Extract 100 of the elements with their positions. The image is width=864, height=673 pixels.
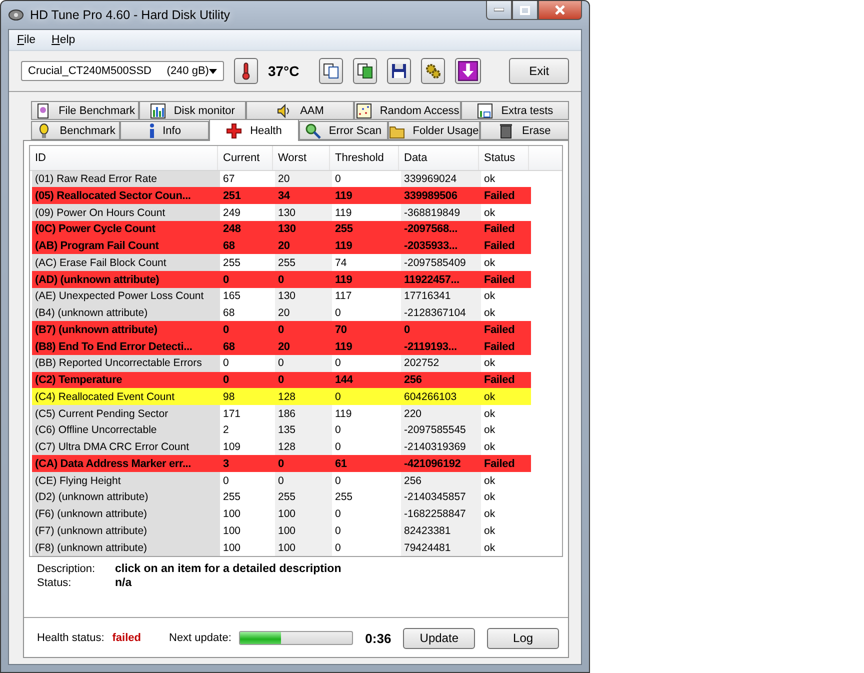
table-cell: 0 xyxy=(332,170,401,188)
table-cell: 70 xyxy=(332,321,401,338)
table-cell: 186 xyxy=(275,405,332,422)
tab[interactable]: Folder Usage xyxy=(388,121,480,140)
table-cell: 0 xyxy=(275,472,332,489)
table-cell: 135 xyxy=(275,422,332,439)
table-cell: -2097585409 xyxy=(401,254,481,272)
tab[interactable]: Health xyxy=(209,119,299,141)
footer-button[interactable]: Update xyxy=(403,628,476,648)
tab[interactable]: Info xyxy=(120,121,210,140)
copy-icon xyxy=(323,63,340,79)
countdown: 0:36 xyxy=(365,630,392,646)
table-cell: 34 xyxy=(275,187,332,204)
table-cell: (F8) (unknown attribute) xyxy=(32,539,220,556)
table-cell: 79424481 xyxy=(401,539,481,556)
table-cell: 128 xyxy=(275,438,332,456)
table-cell: -2035933... xyxy=(401,238,481,254)
table-cell: 68 xyxy=(220,238,275,254)
tab[interactable]: Benchmark xyxy=(31,121,120,140)
table-cell: 604266103 xyxy=(401,388,481,406)
table-cell: 61 xyxy=(332,455,401,472)
table-cell: (C2) Temperature xyxy=(32,372,220,388)
table-cell: (D2) (unknown attribute) xyxy=(32,488,220,506)
detail-value: click on an item for a detailed description xyxy=(115,563,342,575)
table-cell: 20 xyxy=(275,170,332,188)
table-cell: 100 xyxy=(275,506,332,522)
save-button[interactable] xyxy=(387,58,412,84)
drive-dropdown[interactable]: Crucial_CT240M500SSD (240 gB) xyxy=(21,61,224,81)
table-cell: 20 xyxy=(275,238,332,254)
table-cell: 220 xyxy=(401,405,481,422)
table-cell: ok xyxy=(481,170,531,188)
temperature-button[interactable] xyxy=(234,58,258,84)
table-cell: (B8) End To End Error Detecti... xyxy=(32,338,220,355)
tab[interactable]: Disk monitor xyxy=(138,101,246,120)
table-cell: 98 xyxy=(220,388,275,406)
tab[interactable]: File Benchmark xyxy=(31,101,139,120)
column-header[interactable]: ID xyxy=(30,146,218,170)
minimize-button[interactable] xyxy=(486,1,512,20)
table-cell: 0 xyxy=(275,372,332,388)
maximize-button[interactable] xyxy=(512,1,538,20)
table-cell: -368819849 xyxy=(401,204,481,221)
tab[interactable]: Random Access xyxy=(354,101,462,120)
exit-button[interactable]: Exit xyxy=(509,58,570,84)
table-cell: 0 xyxy=(275,354,332,372)
table-cell: -2128367104 xyxy=(401,304,481,322)
tab[interactable]: AAM xyxy=(246,101,354,120)
column-header[interactable]: Threshold xyxy=(330,146,399,170)
copy-picture-icon xyxy=(357,63,374,79)
footer-button[interactable]: Log xyxy=(487,628,559,648)
close-icon xyxy=(555,5,565,15)
tab[interactable]: Error Scan xyxy=(298,121,388,140)
table-cell: (B7) (unknown attribute) xyxy=(32,321,220,338)
menu-item[interactable]: Help xyxy=(52,34,76,46)
table-cell: Failed xyxy=(481,455,531,472)
table-cell: 144 xyxy=(332,372,401,388)
table-cell: 0 xyxy=(220,271,275,288)
table-cell: (09) Power On Hours Count xyxy=(32,204,220,221)
table-cell: 20 xyxy=(275,304,332,322)
table-cell: -2097568... xyxy=(401,220,481,238)
table-cell: 339989506 xyxy=(401,187,481,204)
download-button[interactable] xyxy=(455,58,482,84)
copy-button[interactable] xyxy=(319,58,344,84)
table-cell: 0 xyxy=(275,455,332,472)
settings-button[interactable] xyxy=(421,58,446,84)
table-cell: Failed xyxy=(481,372,531,388)
table-cell: 130 xyxy=(275,288,332,305)
close-button[interactable] xyxy=(538,1,582,20)
table-cell: (C6) Offline Uncorrectable xyxy=(32,422,220,439)
next-update-label: Next update: xyxy=(169,632,232,644)
table-cell: (F7) (unknown attribute) xyxy=(32,522,220,540)
column-header[interactable]: Current xyxy=(218,146,273,170)
table-cell: -2119193... xyxy=(401,338,481,355)
table-cell: (CE) Flying Height xyxy=(32,472,220,489)
tab[interactable]: Erase xyxy=(480,121,569,140)
menu-item[interactable]: File xyxy=(17,34,36,46)
document-icon xyxy=(34,102,51,118)
table-cell: 100 xyxy=(275,522,332,540)
tab[interactable]: Extra tests xyxy=(461,101,569,120)
table-cell: 0 xyxy=(275,271,332,288)
column-header[interactable]: Status xyxy=(479,146,529,170)
copy-screenshot-button[interactable] xyxy=(353,58,378,84)
table-cell: 0 xyxy=(220,321,275,338)
table-cell: -2140319369 xyxy=(401,438,481,456)
scatter-icon xyxy=(356,102,372,118)
table-cell: 20 xyxy=(275,338,332,355)
table-cell: 248 xyxy=(220,220,275,238)
table-cell: 119 xyxy=(332,238,401,254)
column-header[interactable]: Worst xyxy=(273,146,330,170)
table-cell: 251 xyxy=(220,187,275,204)
table-cell: 256 xyxy=(401,472,481,489)
table-cell: -2097585545 xyxy=(401,422,481,439)
table-cell: ok xyxy=(481,388,531,406)
table-cell: (B4) (unknown attribute) xyxy=(32,304,220,322)
table-cell: (C7) Ultra DMA CRC Error Count xyxy=(32,438,220,456)
column-header[interactable]: Data xyxy=(399,146,479,170)
detail-label: Status: xyxy=(37,577,72,589)
table-cell: 0 xyxy=(401,321,481,338)
minimize-icon xyxy=(494,8,504,12)
table-cell: 130 xyxy=(275,220,332,238)
table-cell: 0 xyxy=(220,372,275,388)
